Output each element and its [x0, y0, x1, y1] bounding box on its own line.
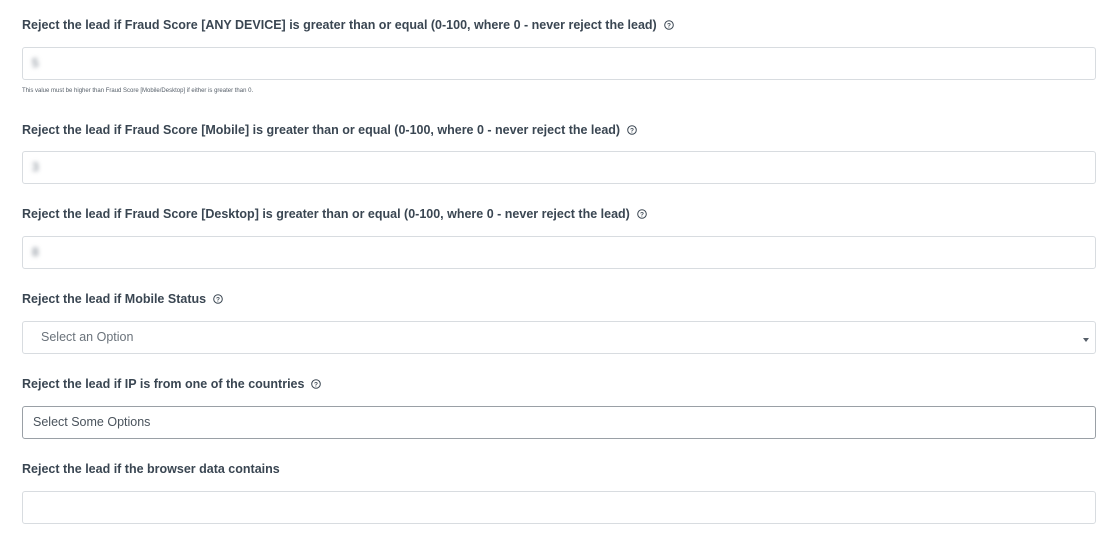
mobile-status-label: Reject the lead if Mobile Status ?	[22, 291, 223, 307]
browser-data-label: Reject the lead if the browser data cont…	[22, 461, 280, 477]
ip-countries-multiselect[interactable]: Select Some Options	[22, 406, 1096, 439]
svg-text:?: ?	[667, 22, 671, 29]
ip-countries-label-text: Reject the lead if IP is from one of the…	[22, 377, 305, 391]
fraud-score-any-label-text: Reject the lead if Fraud Score [ANY DEVI…	[22, 18, 657, 32]
fraud-score-desktop-input[interactable]	[22, 236, 1096, 269]
fraud-score-any-input[interactable]	[22, 47, 1096, 80]
mobile-status-label-text: Reject the lead if Mobile Status	[22, 292, 207, 306]
mobile-status-placeholder: Select an Option	[41, 330, 134, 344]
question-circle-icon[interactable]: ?	[663, 20, 674, 30]
question-circle-icon[interactable]: ?	[637, 209, 647, 219]
fraud-score-mobile-label-text: Reject the lead if Fraud Score [Mobile] …	[22, 123, 621, 137]
question-circle-icon[interactable]: ?	[311, 379, 322, 389]
svg-text:?: ?	[216, 296, 220, 303]
svg-text:?: ?	[630, 127, 634, 134]
svg-text:?: ?	[640, 211, 644, 218]
fraud-score-any-label: Reject the lead if Fraud Score [ANY DEVI…	[22, 17, 674, 33]
chevron-down-icon	[1083, 338, 1089, 342]
ip-countries-label: Reject the lead if IP is from one of the…	[22, 376, 322, 392]
fraud-score-desktop-value: 8	[32, 245, 39, 259]
fraud-score-any-hint: This value must be higher than Fraud Sco…	[22, 88, 254, 94]
svg-text:?: ?	[314, 381, 318, 388]
fraud-score-any-value: 5	[32, 56, 39, 70]
fraud-score-mobile-input[interactable]	[22, 151, 1096, 184]
browser-data-label-text: Reject the lead if the browser data cont…	[22, 462, 280, 476]
fraud-score-mobile-value: 3	[32, 160, 39, 174]
browser-data-input[interactable]	[22, 491, 1096, 524]
question-circle-icon[interactable]: ?	[627, 125, 637, 135]
fraud-score-mobile-label: Reject the lead if Fraud Score [Mobile] …	[22, 122, 637, 138]
question-circle-icon[interactable]: ?	[213, 294, 223, 304]
fraud-score-desktop-label-text: Reject the lead if Fraud Score [Desktop]…	[22, 207, 630, 221]
ip-countries-placeholder: Select Some Options	[33, 415, 151, 429]
mobile-status-select[interactable]: Select an Option	[22, 321, 1096, 354]
fraud-score-desktop-label: Reject the lead if Fraud Score [Desktop]…	[22, 206, 647, 222]
